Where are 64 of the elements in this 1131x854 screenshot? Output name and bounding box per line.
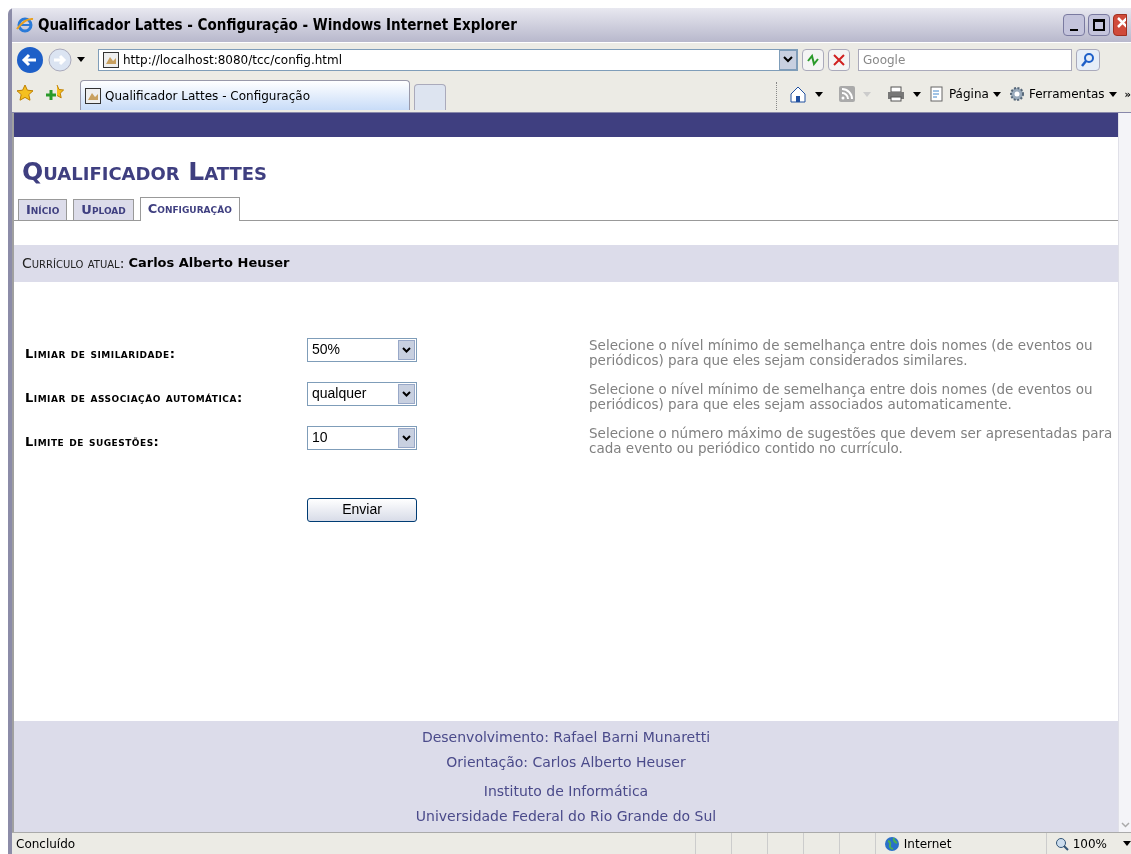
favorites-star-icon[interactable]	[16, 84, 34, 102]
zoom-control[interactable]: 100%	[1045, 833, 1131, 854]
current-label: Currículo atual:	[22, 253, 125, 273]
setting-description: Selecione o nível mínimo de semelhança entre dois nomes (de eventos ou periódicos) para que eles sejam associados automaticamente.	[589, 381, 1094, 412]
gear-icon	[1008, 86, 1025, 102]
stop-icon	[833, 53, 845, 66]
dropdown-arrow-icon[interactable]	[814, 91, 823, 97]
close-icon	[1116, 15, 1126, 29]
command-menu[interactable]: Ferramentas	[1008, 85, 1117, 103]
browser-tab[interactable]: Qualificador Lattes - Configuração	[80, 80, 410, 110]
maximize-button[interactable]	[1088, 14, 1110, 36]
zone-label: Internet	[903, 835, 952, 853]
footer-text: Universidade Federal do Rio Grande do Sul	[415, 806, 717, 826]
close-button[interactable]	[1113, 14, 1127, 36]
setting-label: Limite de sugestões:	[25, 432, 161, 451]
chevron-down-icon	[783, 56, 793, 63]
globe-icon	[883, 835, 900, 852]
nav-tab[interactable]: Upload	[73, 198, 134, 220]
status-text: Concluído	[15, 835, 77, 853]
search-field[interactable]: Google	[858, 48, 1072, 71]
select-field[interactable]: 50%	[307, 337, 417, 362]
select-field[interactable]: qualquer	[307, 381, 417, 406]
dropdown-arrow-icon[interactable]	[912, 91, 921, 97]
submit-button[interactable]: Enviar	[307, 497, 417, 522]
current-value: Carlos Alberto Heuser	[128, 254, 290, 273]
refresh-button[interactable]	[802, 48, 824, 71]
window-title: Qualificador Lattes - Configuração - Windows Internet Explorer	[38, 14, 517, 36]
minimize-button[interactable]	[1063, 14, 1085, 36]
select-field[interactable]: 10	[307, 425, 417, 450]
site-title: Qualificador Lattes	[22, 156, 269, 188]
footer-text: Orientação: Carlos Alberto Heuser	[446, 752, 686, 772]
add-favorite-icon[interactable]	[46, 84, 64, 102]
chevron-down-icon	[402, 434, 411, 441]
setting-label: Limiar de similaridade:	[25, 344, 177, 363]
zoom-icon	[1054, 836, 1069, 851]
chevron-down-icon	[402, 390, 411, 397]
back-button[interactable]	[16, 45, 44, 74]
nav-tab[interactable]: Configuração	[139, 196, 240, 221]
chevron-down-icon	[402, 346, 411, 353]
page-icon	[103, 51, 119, 68]
command-menu[interactable]: Página	[928, 85, 1001, 103]
search-icon	[1081, 52, 1095, 67]
document-icon	[928, 86, 945, 102]
footer-text: Desenvolvimento: Rafael Barni Munaretti	[421, 727, 711, 747]
setting-description: Selecione o nível mínimo de semelhança entre dois nomes (de eventos ou periódicos) para que eles sejam considerados similares.	[589, 337, 1094, 368]
address-dropdown-button[interactable]	[779, 49, 797, 70]
home-icon[interactable]	[788, 85, 807, 103]
overflow-chevron[interactable]: »	[1124, 86, 1131, 102]
search-button[interactable]	[1076, 48, 1100, 71]
browser-logo-icon	[16, 16, 34, 34]
footer-text: Instituto de Informática	[483, 781, 649, 801]
setting-label: Limiar de associação automática:	[25, 388, 244, 407]
caret-icon	[1123, 841, 1131, 846]
page-icon	[85, 87, 101, 104]
setting-description: Selecione o número máximo de sugestões que devem ser apresentadas para cada evento ou periódico contido no currículo.	[589, 425, 1114, 456]
nav-tab[interactable]: Início	[18, 198, 68, 220]
caret-icon	[992, 91, 1001, 97]
stop-button[interactable]	[828, 48, 850, 71]
scrollbar[interactable]	[1118, 113, 1131, 832]
address-field[interactable]: http://localhost:8080/tcc/config.html	[98, 48, 798, 71]
dropdown-arrow-icon[interactable]	[76, 56, 86, 63]
caret-icon	[1108, 91, 1117, 97]
printer-icon[interactable]	[886, 86, 905, 102]
dropdown-arrow-icon	[862, 91, 871, 97]
